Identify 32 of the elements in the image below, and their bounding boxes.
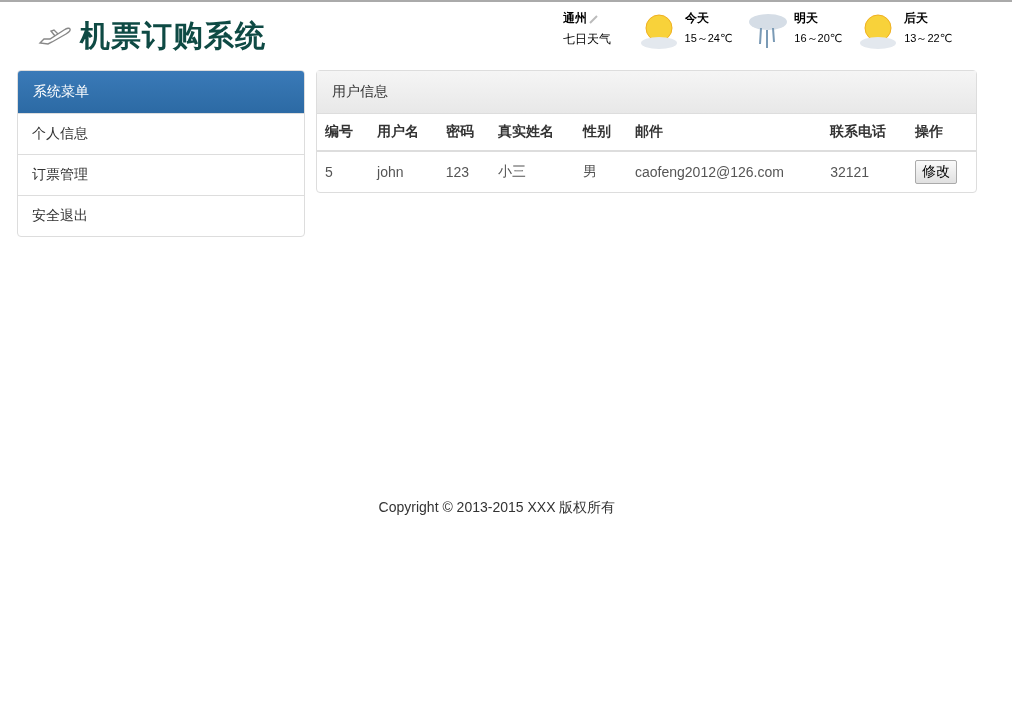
- seven-day-weather-link[interactable]: 七日天气: [562, 31, 611, 48]
- sidebar-item[interactable]: 订票管理: [18, 154, 304, 195]
- sidebar-title: 系统菜单: [18, 71, 304, 113]
- panel-title: 用户信息: [317, 71, 976, 114]
- table-cell: john: [369, 151, 438, 192]
- table-cell: caofeng2012@126.com: [627, 151, 823, 192]
- temperature-range: 13～22℃: [904, 31, 952, 46]
- temperature-range: 15～24℃: [684, 31, 733, 46]
- column-header: 用户名: [369, 114, 438, 151]
- column-header: 联系电话: [822, 114, 908, 151]
- table-cell: 32121: [822, 151, 908, 192]
- day-label: 明天: [794, 10, 820, 27]
- column-header: 编号: [317, 114, 370, 151]
- sidebar-item[interactable]: 个人信息: [18, 113, 304, 154]
- site-title: 机票订购系统: [80, 17, 266, 54]
- edit-button[interactable]: 修改: [915, 160, 958, 184]
- table-cell: 男: [574, 151, 627, 192]
- table-cell: 5: [317, 151, 370, 192]
- column-header: 邮件: [627, 114, 823, 151]
- temperature-range: 16～20℃: [794, 31, 843, 46]
- day-label: 今天: [684, 10, 710, 27]
- column-header: 真实姓名: [489, 114, 575, 151]
- table-cell: 小三: [489, 151, 575, 192]
- day-label: 后天: [904, 10, 930, 27]
- sidebar-item[interactable]: 安全退出: [18, 195, 304, 236]
- column-header: 操作: [907, 114, 976, 151]
- airplane-icon: [38, 26, 72, 46]
- city-name: 通州: [562, 10, 587, 27]
- table-cell: 123: [437, 151, 490, 192]
- copyright-text: Copyright © 2013-2015 XXX 版权所有: [378, 499, 616, 515]
- column-header: 密码: [437, 114, 490, 151]
- column-header: 性别: [574, 114, 627, 151]
